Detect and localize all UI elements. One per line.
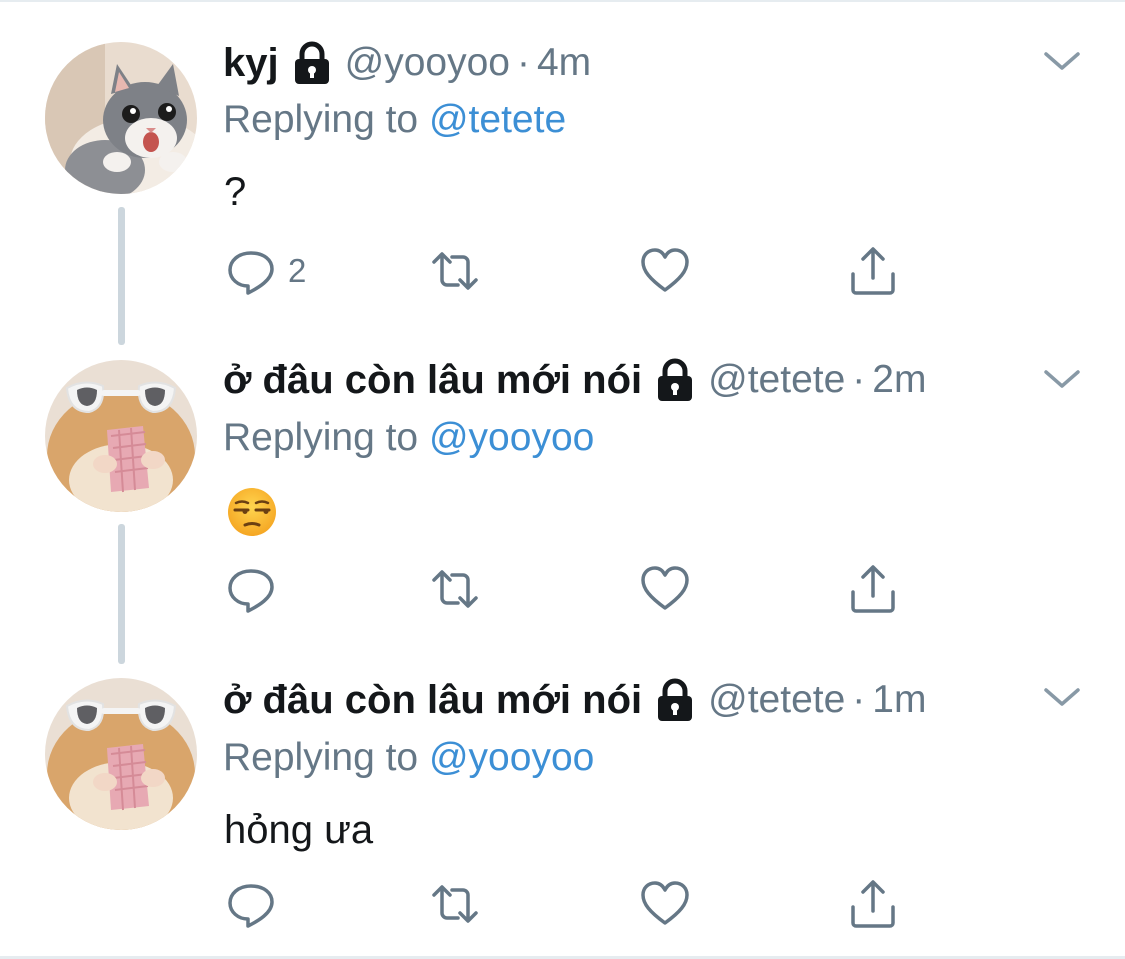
hamster-sunglasses-avatar-image: [45, 678, 197, 830]
retweet-icon: [432, 252, 478, 290]
retweet-icon: [432, 570, 478, 608]
chevron-down-icon[interactable]: [1043, 368, 1081, 390]
avatar[interactable]: [45, 360, 197, 512]
tweet-actions: [226, 563, 926, 615]
reply-icon: [228, 251, 274, 295]
retweet-button[interactable]: [430, 563, 480, 615]
share-button[interactable]: [848, 878, 898, 930]
display-name[interactable]: kyj: [223, 41, 279, 86]
replying-to: Replying to @tetete: [223, 98, 566, 142]
tweet-header: ở đâu còn lâu mới nói @tetete · 2m: [223, 355, 926, 405]
reply-icon: [228, 884, 274, 928]
hamster-sunglasses-avatar-image: [45, 360, 197, 512]
like-button[interactable]: [640, 563, 690, 615]
like-icon: [641, 248, 689, 292]
tweet-actions: [226, 878, 926, 930]
retweet-button[interactable]: [430, 245, 480, 297]
user-handle[interactable]: @yooyoo: [345, 41, 510, 85]
tweet-actions: 2: [226, 245, 926, 297]
replying-prefix: Replying to: [223, 416, 419, 459]
user-handle[interactable]: @tetete: [708, 678, 845, 722]
share-button[interactable]: [848, 245, 898, 297]
timestamp[interactable]: 4m: [537, 41, 591, 85]
separator-dot: ·: [852, 358, 866, 401]
tweet[interactable]: kyj @yooyoo · 4m Replying to @tetete ? 2: [0, 0, 1125, 320]
replying-handle-link[interactable]: @tetete: [429, 98, 566, 141]
replying-to: Replying to @yooyoo: [223, 736, 594, 780]
cat-avatar-image: [45, 42, 197, 194]
like-button[interactable]: [640, 245, 690, 297]
share-icon: [851, 565, 895, 613]
timestamp[interactable]: 2m: [872, 358, 926, 402]
replying-to: Replying to @yooyoo: [223, 416, 594, 460]
avatar[interactable]: [45, 678, 197, 830]
chevron-down-icon[interactable]: [1043, 686, 1081, 708]
display-name[interactable]: ở đâu còn lâu mới nói: [223, 678, 642, 723]
display-name[interactable]: ở đâu còn lâu mới nói: [223, 358, 642, 403]
timestamp[interactable]: 1m: [872, 678, 926, 722]
replying-prefix: Replying to: [223, 736, 419, 779]
like-icon: [641, 881, 689, 925]
tweet-header: kyj @yooyoo · 4m: [223, 38, 591, 88]
replying-handle-link[interactable]: @yooyoo: [429, 416, 594, 459]
reply-count: 2: [288, 252, 307, 289]
lock-icon: [658, 678, 693, 721]
unamused-face-emoji: [228, 488, 276, 536]
like-icon: [641, 566, 689, 610]
replying-handle-link[interactable]: @yooyoo: [429, 736, 594, 779]
share-icon: [851, 880, 895, 928]
chevron-down-icon[interactable]: [1043, 50, 1081, 72]
separator-dot: ·: [516, 41, 530, 84]
user-handle[interactable]: @tetete: [708, 358, 845, 402]
reply-button[interactable]: 2: [226, 245, 306, 297]
like-button[interactable]: [640, 878, 690, 930]
reply-icon: [228, 569, 274, 613]
tweet[interactable]: ở đâu còn lâu mới nói @tetete · 1m Reply…: [0, 640, 1125, 959]
lock-icon: [658, 358, 693, 401]
reply-button[interactable]: [226, 563, 276, 615]
tweet[interactable]: ở đâu còn lâu mới nói @tetete · 2m Reply…: [0, 320, 1125, 640]
share-button[interactable]: [848, 563, 898, 615]
retweet-button[interactable]: [430, 878, 480, 930]
separator-dot: ·: [852, 678, 866, 721]
share-icon: [851, 247, 895, 295]
lock-icon: [294, 41, 329, 84]
reply-button[interactable]: [226, 878, 276, 930]
tweet-text: hỏng ưa: [224, 808, 374, 852]
retweet-icon: [432, 885, 478, 923]
avatar[interactable]: [45, 42, 197, 194]
tweet-text: ?: [224, 170, 247, 214]
replying-prefix: Replying to: [223, 98, 419, 141]
tweet-header: ở đâu còn lâu mới nói @tetete · 1m: [223, 675, 926, 725]
